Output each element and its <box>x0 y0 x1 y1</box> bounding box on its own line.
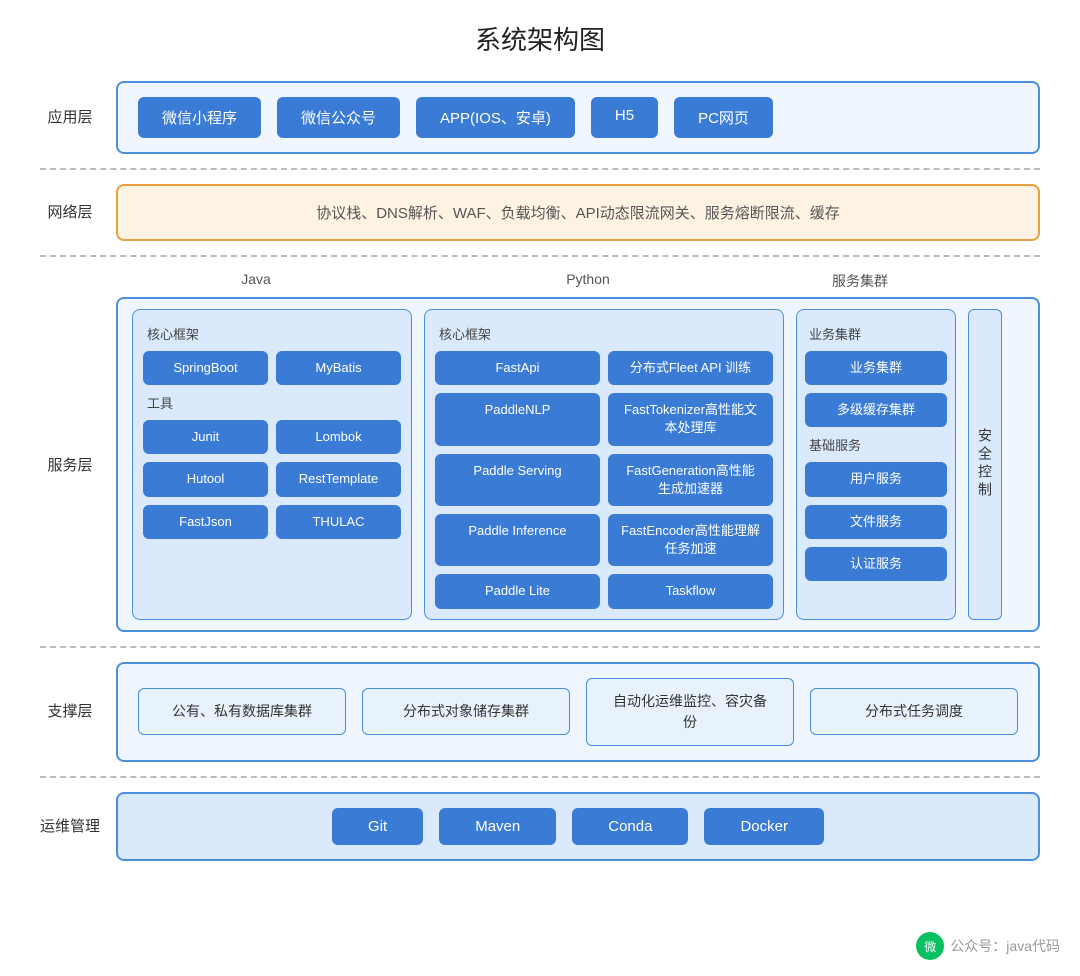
python-item-7: FastEncoder高性能理解任务加速 <box>608 514 773 566</box>
java-tool-4: FastJson <box>143 505 268 539</box>
java-tool-2: Hutool <box>143 462 268 496</box>
java-column: 核心框架 SpringBoot MyBatis 工具 Junit Lombok … <box>132 309 412 620</box>
java-core-btns: SpringBoot MyBatis <box>143 351 401 385</box>
cluster-col-title: 服务集群 <box>780 271 940 291</box>
service-outer-box: 核心框架 SpringBoot MyBatis 工具 Junit Lombok … <box>116 297 1040 632</box>
python-item-5: FastGeneration高性能生成加速器 <box>608 454 773 506</box>
network-layer-row: 网络层 协议栈、DNS解析、WAF、负载均衡、API动态限流网关、服务熔断限流、… <box>40 184 1040 241</box>
support-item-3: 分布式任务调度 <box>810 688 1018 735</box>
watermark: 微 公众号：java代码 <box>916 932 1060 960</box>
watermark-text: 公众号：java代码 <box>950 936 1060 956</box>
ops-layer-box: Git Maven Conda Docker <box>116 792 1040 861</box>
base-service-label: 基础服务 <box>805 435 947 454</box>
python-item-0: FastApi <box>435 351 600 385</box>
network-layer-box: 协议栈、DNS解析、WAF、负载均衡、API动态限流网关、服务熔断限流、缓存 <box>116 184 1040 241</box>
ops-layer-content: Git Maven Conda Docker <box>116 792 1040 861</box>
python-item-6: Paddle Inference <box>435 514 600 566</box>
python-core-label: 核心框架 <box>435 324 773 343</box>
java-tool-0: Junit <box>143 420 268 454</box>
biz-cluster-label: 业务集群 <box>805 324 947 343</box>
biz-cluster-1: 多级缓存集群 <box>805 393 947 427</box>
security-tag: 安全控制 <box>968 309 1002 620</box>
divider-4 <box>40 776 1040 778</box>
support-layer-box: 公有、私有数据库集群 分布式对象储存集群 自动化运维监控、容灾备份 分布式任务调… <box>116 662 1040 762</box>
support-item-2: 自动化运维监控、容灾备份 <box>586 678 794 746</box>
java-tool-1: Lombok <box>276 420 401 454</box>
divider-3 <box>40 646 1040 648</box>
base-service-1: 文件服务 <box>805 505 947 539</box>
cluster-inner-box: 业务集群 业务集群 多级缓存集群 基础服务 用户服务 文件服务 认证服务 <box>796 309 956 620</box>
python-column: 核心框架 FastApi 分布式Fleet API 训练 PaddleNLP F… <box>424 309 784 620</box>
python-items-grid: FastApi 分布式Fleet API 训练 PaddleNLP FastTo… <box>435 351 773 609</box>
cluster-and-security: 业务集群 业务集群 多级缓存集群 基础服务 用户服务 文件服务 认证服务 安全控… <box>796 309 1002 620</box>
ops-item-0: Git <box>332 808 423 845</box>
python-item-2: PaddleNLP <box>435 393 600 445</box>
app-item-2: APP(IOS、安卓) <box>416 97 575 138</box>
support-layer-label: 支撑层 <box>40 701 100 722</box>
watermark-icon: 微 <box>916 932 944 960</box>
python-item-1: 分布式Fleet API 训练 <box>608 351 773 385</box>
ops-item-2: Conda <box>572 808 688 845</box>
java-core-1: MyBatis <box>276 351 401 385</box>
app-layer-content: 微信小程序 微信公众号 APP(IOS、安卓) H5 PC网页 <box>116 81 1040 154</box>
app-item-3: H5 <box>591 97 658 138</box>
python-inner-box: 核心框架 FastApi 分布式Fleet API 训练 PaddleNLP F… <box>424 309 784 620</box>
java-tool-3: RestTemplate <box>276 462 401 496</box>
python-item-8: Paddle Lite <box>435 574 600 608</box>
java-tool-5: THULAC <box>276 505 401 539</box>
support-layer-row: 支撑层 公有、私有数据库集群 分布式对象储存集群 自动化运维监控、容灾备份 分布… <box>40 662 1040 762</box>
base-service-2: 认证服务 <box>805 547 947 581</box>
divider-2 <box>40 255 1040 257</box>
service-col-titles: Java Python 服务集群 <box>40 271 1040 291</box>
python-item-4: Paddle Serving <box>435 454 600 506</box>
cluster-column: 业务集群 业务集群 多级缓存集群 基础服务 用户服务 文件服务 认证服务 <box>796 309 956 620</box>
app-item-4: PC网页 <box>674 97 773 138</box>
network-layer-label: 网络层 <box>40 202 100 223</box>
java-inner-box: 核心框架 SpringBoot MyBatis 工具 Junit Lombok … <box>132 309 412 620</box>
support-layer-content: 公有、私有数据库集群 分布式对象储存集群 自动化运维监控、容灾备份 分布式任务调… <box>116 662 1040 762</box>
app-layer-row: 应用层 微信小程序 微信公众号 APP(IOS、安卓) H5 PC网页 <box>40 81 1040 154</box>
page-title: 系统架构图 <box>40 20 1040 57</box>
biz-cluster-0: 业务集群 <box>805 351 947 385</box>
app-item-0: 微信小程序 <box>138 97 261 138</box>
python-item-9: Taskflow <box>608 574 773 608</box>
app-layer-label: 应用层 <box>40 107 100 128</box>
ops-layer-label: 运维管理 <box>40 816 100 837</box>
service-layer-label: 服务层 <box>40 454 100 475</box>
java-tool-btns: Junit Lombok Hutool RestTemplate FastJso… <box>143 420 401 539</box>
ops-item-1: Maven <box>439 808 556 845</box>
python-item-3: FastTokenizer高性能文本处理库 <box>608 393 773 445</box>
network-layer-content: 协议栈、DNS解析、WAF、负载均衡、API动态限流网关、服务熔断限流、缓存 <box>116 184 1040 241</box>
java-tools-label: 工具 <box>143 393 401 412</box>
ops-item-3: Docker <box>704 808 824 845</box>
java-core-label: 核心框架 <box>143 324 401 343</box>
service-layer-row: 服务层 核心框架 SpringBoot MyBatis 工具 Junit Lom… <box>40 297 1040 632</box>
java-core-0: SpringBoot <box>143 351 268 385</box>
java-col-title: Java <box>116 271 396 291</box>
ops-layer-row: 运维管理 Git Maven Conda Docker <box>40 792 1040 861</box>
base-service-0: 用户服务 <box>805 462 947 496</box>
app-layer-box: 微信小程序 微信公众号 APP(IOS、安卓) H5 PC网页 <box>116 81 1040 154</box>
support-item-1: 分布式对象储存集群 <box>362 688 570 735</box>
app-item-1: 微信公众号 <box>277 97 400 138</box>
support-item-0: 公有、私有数据库集群 <box>138 688 346 735</box>
service-layer-content: 核心框架 SpringBoot MyBatis 工具 Junit Lombok … <box>116 297 1040 632</box>
python-col-title: Python <box>408 271 768 291</box>
divider-1 <box>40 168 1040 170</box>
